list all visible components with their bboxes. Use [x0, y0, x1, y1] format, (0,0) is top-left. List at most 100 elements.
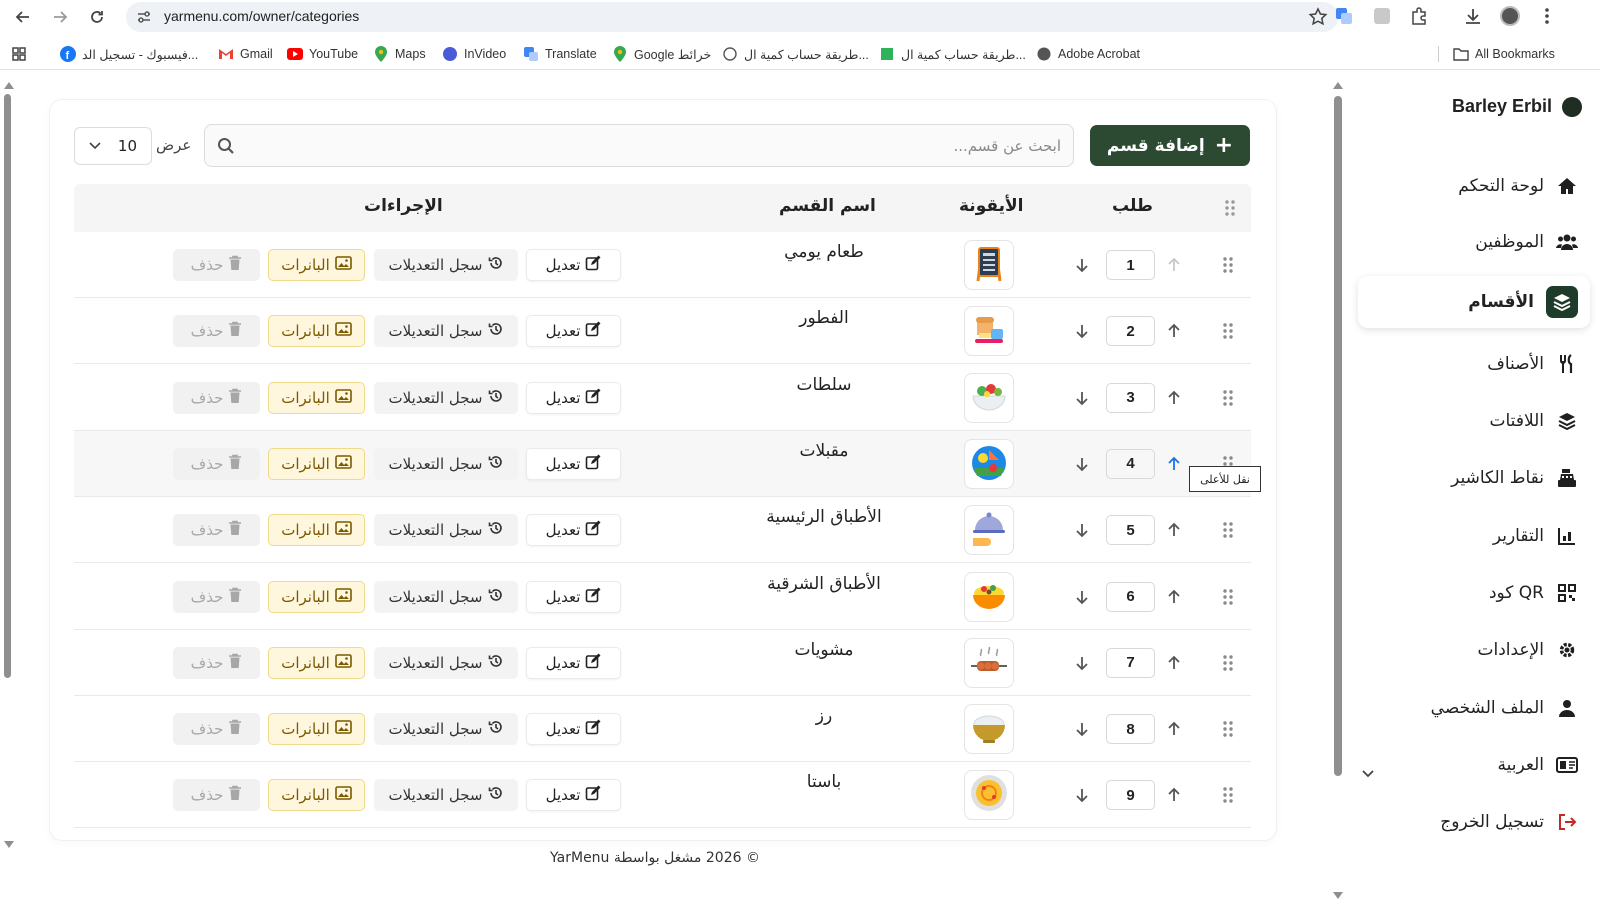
edit-button[interactable]: تعديل: [526, 315, 621, 348]
history-button[interactable]: سجل التعديلات: [374, 315, 518, 348]
header-order[interactable]: طلب: [1112, 196, 1153, 216]
edit-button[interactable]: تعديل: [526, 779, 621, 812]
delete-button[interactable]: حذف: [173, 381, 260, 414]
order-value[interactable]: 4: [1106, 448, 1155, 479]
sidebar-item[interactable]: الملف الشخصي: [1431, 688, 1578, 728]
move-down-button[interactable]: [1072, 785, 1092, 805]
bookmark-item[interactable]: InVideo: [442, 44, 506, 64]
order-value[interactable]: 2: [1106, 316, 1155, 347]
history-button[interactable]: سجل التعديلات: [374, 580, 518, 613]
sidebar-item[interactable]: QR كود: [1489, 573, 1578, 613]
drag-handle-icon[interactable]: [1222, 522, 1234, 538]
bookmark-star-icon[interactable]: [1308, 7, 1328, 27]
sidebar-item[interactable]: الأصناف: [1487, 344, 1578, 384]
order-value[interactable]: 7: [1106, 647, 1155, 678]
drag-handle-icon[interactable]: [1222, 323, 1234, 339]
bookmark-item[interactable]: طريقة حساب كمية ال...: [879, 44, 1026, 64]
sidebar-item[interactable]: الأقسام: [1358, 276, 1590, 328]
move-down-button[interactable]: [1072, 321, 1092, 341]
site-settings-icon[interactable]: [136, 9, 152, 25]
edit-button[interactable]: تعديل: [526, 514, 621, 547]
scrollbar-thumb[interactable]: [4, 94, 11, 678]
move-down-button[interactable]: [1072, 520, 1092, 540]
order-value[interactable]: 5: [1106, 515, 1155, 546]
edit-button[interactable]: تعديل: [526, 249, 621, 281]
delete-button[interactable]: حذف: [173, 646, 260, 679]
bookmark-item[interactable]: Translate: [523, 44, 597, 64]
sidebar-item[interactable]: تسجيل الخروج: [1440, 802, 1578, 842]
history-button[interactable]: سجل التعديلات: [374, 514, 518, 547]
bookmark-item[interactable]: طريقة حساب كمية ال...: [722, 44, 869, 64]
back-button[interactable]: [10, 4, 36, 30]
chevron-down-icon[interactable]: [1360, 765, 1376, 781]
history-button[interactable]: سجل التعديلات: [374, 713, 518, 746]
history-button[interactable]: سجل التعديلات: [374, 249, 518, 281]
sidebar-item[interactable]: العربية: [1498, 745, 1578, 785]
banners-button[interactable]: البانرات: [268, 779, 365, 812]
order-value[interactable]: 3: [1106, 382, 1155, 413]
banners-button[interactable]: البانرات: [268, 447, 365, 480]
menu-icon[interactable]: [1536, 5, 1558, 27]
forward-button[interactable]: [47, 4, 73, 30]
edit-button[interactable]: تعديل: [526, 447, 621, 480]
scrollbar-thumb[interactable]: [1334, 96, 1342, 776]
drag-handle-icon[interactable]: [1222, 389, 1234, 406]
move-up-button[interactable]: [1164, 388, 1184, 408]
edit-button[interactable]: تعديل: [526, 580, 621, 613]
banners-button[interactable]: البانرات: [268, 381, 365, 414]
sidebar-item[interactable]: نقاط الكاشير: [1451, 458, 1578, 498]
delete-button[interactable]: حذف: [173, 447, 260, 480]
add-category-button[interactable]: + إضافة قسم: [1090, 125, 1250, 166]
bookmark-item[interactable]: Google خرائط: [612, 44, 711, 64]
drag-handle-icon[interactable]: [1222, 721, 1234, 737]
puzzle-extensions-icon[interactable]: [1408, 5, 1430, 27]
drag-handle-icon[interactable]: [1222, 655, 1234, 671]
banners-button[interactable]: البانرات: [268, 514, 365, 547]
apps-icon[interactable]: [11, 44, 27, 64]
left-scrollbar[interactable]: [2, 80, 14, 850]
delete-button[interactable]: حذف: [173, 713, 260, 746]
bookmark-item[interactable]: Gmail: [218, 44, 273, 64]
move-up-button[interactable]: [1164, 785, 1184, 805]
banners-button[interactable]: البانرات: [268, 315, 365, 348]
extension-icon[interactable]: [1371, 5, 1393, 27]
sidebar-item[interactable]: الموظفين: [1475, 222, 1578, 262]
drag-handle-icon[interactable]: [1222, 588, 1234, 605]
edit-button[interactable]: تعديل: [526, 646, 621, 679]
delete-button[interactable]: حذف: [173, 779, 260, 812]
edit-button[interactable]: تعديل: [526, 713, 621, 746]
history-button[interactable]: سجل التعديلات: [374, 447, 518, 480]
move-up-button[interactable]: [1164, 454, 1184, 474]
bookmark-item[interactable]: YouTube: [287, 44, 358, 64]
page-scrollbar[interactable]: [1331, 80, 1345, 901]
move-up-button[interactable]: [1164, 587, 1184, 607]
move-up-button[interactable]: [1164, 321, 1184, 341]
bookmark-item[interactable]: Maps: [373, 44, 426, 64]
drag-handle-icon[interactable]: [1222, 787, 1234, 804]
page-size-select[interactable]: 10: [74, 127, 152, 165]
move-up-button[interactable]: [1164, 653, 1184, 673]
sidebar-item[interactable]: الإعدادات: [1477, 630, 1578, 670]
drag-handle-icon[interactable]: [1222, 257, 1234, 273]
bookmark-item[interactable]: f فيسبوك - تسجيل الد...: [60, 44, 198, 64]
reload-button[interactable]: [84, 4, 110, 30]
move-down-button[interactable]: [1072, 653, 1092, 673]
history-button[interactable]: سجل التعديلات: [374, 646, 518, 679]
sidebar-item[interactable]: اللافتات: [1490, 401, 1579, 441]
delete-button[interactable]: حذف: [173, 249, 260, 281]
address-bar[interactable]: yarmenu.com/owner/categories: [126, 2, 1338, 32]
profile-avatar[interactable]: [1499, 5, 1521, 27]
translate-extension-icon[interactable]: [1333, 5, 1355, 27]
move-up-button[interactable]: [1164, 520, 1184, 540]
bookmark-item[interactable]: Adobe Acrobat: [1036, 44, 1140, 64]
banners-button[interactable]: البانرات: [268, 646, 365, 679]
move-up-button[interactable]: [1164, 719, 1184, 739]
move-down-button[interactable]: [1072, 255, 1092, 275]
move-down-button[interactable]: [1072, 454, 1092, 474]
download-icon[interactable]: [1462, 5, 1484, 27]
order-value[interactable]: 6: [1106, 581, 1155, 612]
move-up-button[interactable]: [1164, 255, 1184, 275]
order-value[interactable]: 1: [1106, 250, 1155, 280]
delete-button[interactable]: حذف: [173, 580, 260, 613]
delete-button[interactable]: حذف: [173, 315, 260, 348]
